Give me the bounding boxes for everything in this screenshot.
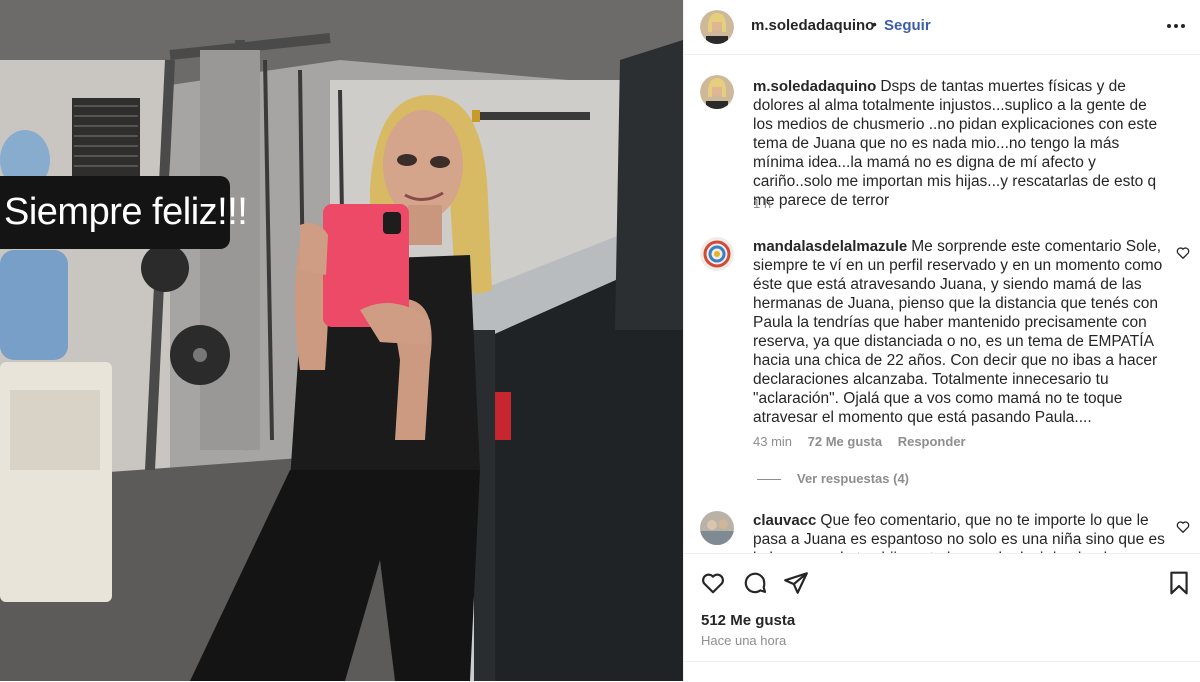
comment-text-block: mandalasdelalmazule Me sorprende este com… [753,237,1165,427]
comment-text-block: clauvacc Que feo comentario, que no te im… [753,511,1165,553]
post-side-panel: m.soledadaquino • Seguir m.soledadaquino… [683,0,1200,681]
post-likes-count[interactable]: 512 Me gusta [701,612,795,629]
caption-text: Dsps de tantas muertes físicas y de dolo… [753,78,1158,209]
view-replies-button[interactable]: Ver respuestas (4) [757,471,909,486]
commenter-avatar[interactable] [700,511,734,545]
comments-list[interactable]: m.soledadaquino Dsps de tantas muertes fí… [684,55,1200,553]
post-header: m.soledadaquino • Seguir [684,0,1200,55]
comment-username[interactable]: clauvacc [753,512,816,529]
comment-text: Me sorprende este comentario Sole, siemp… [753,238,1163,426]
post-timestamp[interactable]: Hace una hora [701,633,786,648]
caption-meta: 1 h [753,196,783,211]
post-photo[interactable]: Siempre feliz!!! [0,0,683,681]
caption-text-block: m.soledadaquino Dsps de tantas muertes fí… [753,77,1165,210]
comment-like-heart-icon[interactable] [1176,520,1190,534]
heart-icon[interactable] [700,570,726,596]
author-avatar[interactable] [700,10,734,44]
gym-selfie-illustration [0,0,683,681]
story-sticker-text: Siempre feliz!!! [0,176,248,249]
caption-username[interactable]: m.soledadaquino [753,78,876,95]
comment-username[interactable]: mandalasdelalmazule [753,238,907,255]
follow-button[interactable]: Seguir [884,17,931,34]
commenter-avatar[interactable] [700,237,734,271]
comment-likes-count[interactable]: 72 Me gusta [808,434,882,449]
more-options-icon[interactable] [1164,16,1188,36]
footer-divider [684,661,1200,662]
author-username[interactable]: m.soledadaquino [751,17,874,34]
bookmark-icon[interactable] [1166,570,1192,596]
caption-author-avatar[interactable] [700,75,734,109]
reply-button[interactable]: Responder [898,434,966,449]
comment-time[interactable]: 43 min [753,434,792,449]
separator-dot: • [872,16,877,32]
comment-icon[interactable] [742,570,768,596]
post-actions-bar: 512 Me gusta Hace una hora [684,553,1200,682]
view-replies-label: Ver respuestas (4) [797,471,910,486]
share-icon[interactable] [783,570,809,596]
replies-divider-line [757,479,781,481]
caption-time[interactable]: 1 h [753,196,771,211]
comment-like-heart-icon[interactable] [1176,246,1190,260]
comment-meta: 43 min 72 Me gusta Responder [753,434,978,449]
